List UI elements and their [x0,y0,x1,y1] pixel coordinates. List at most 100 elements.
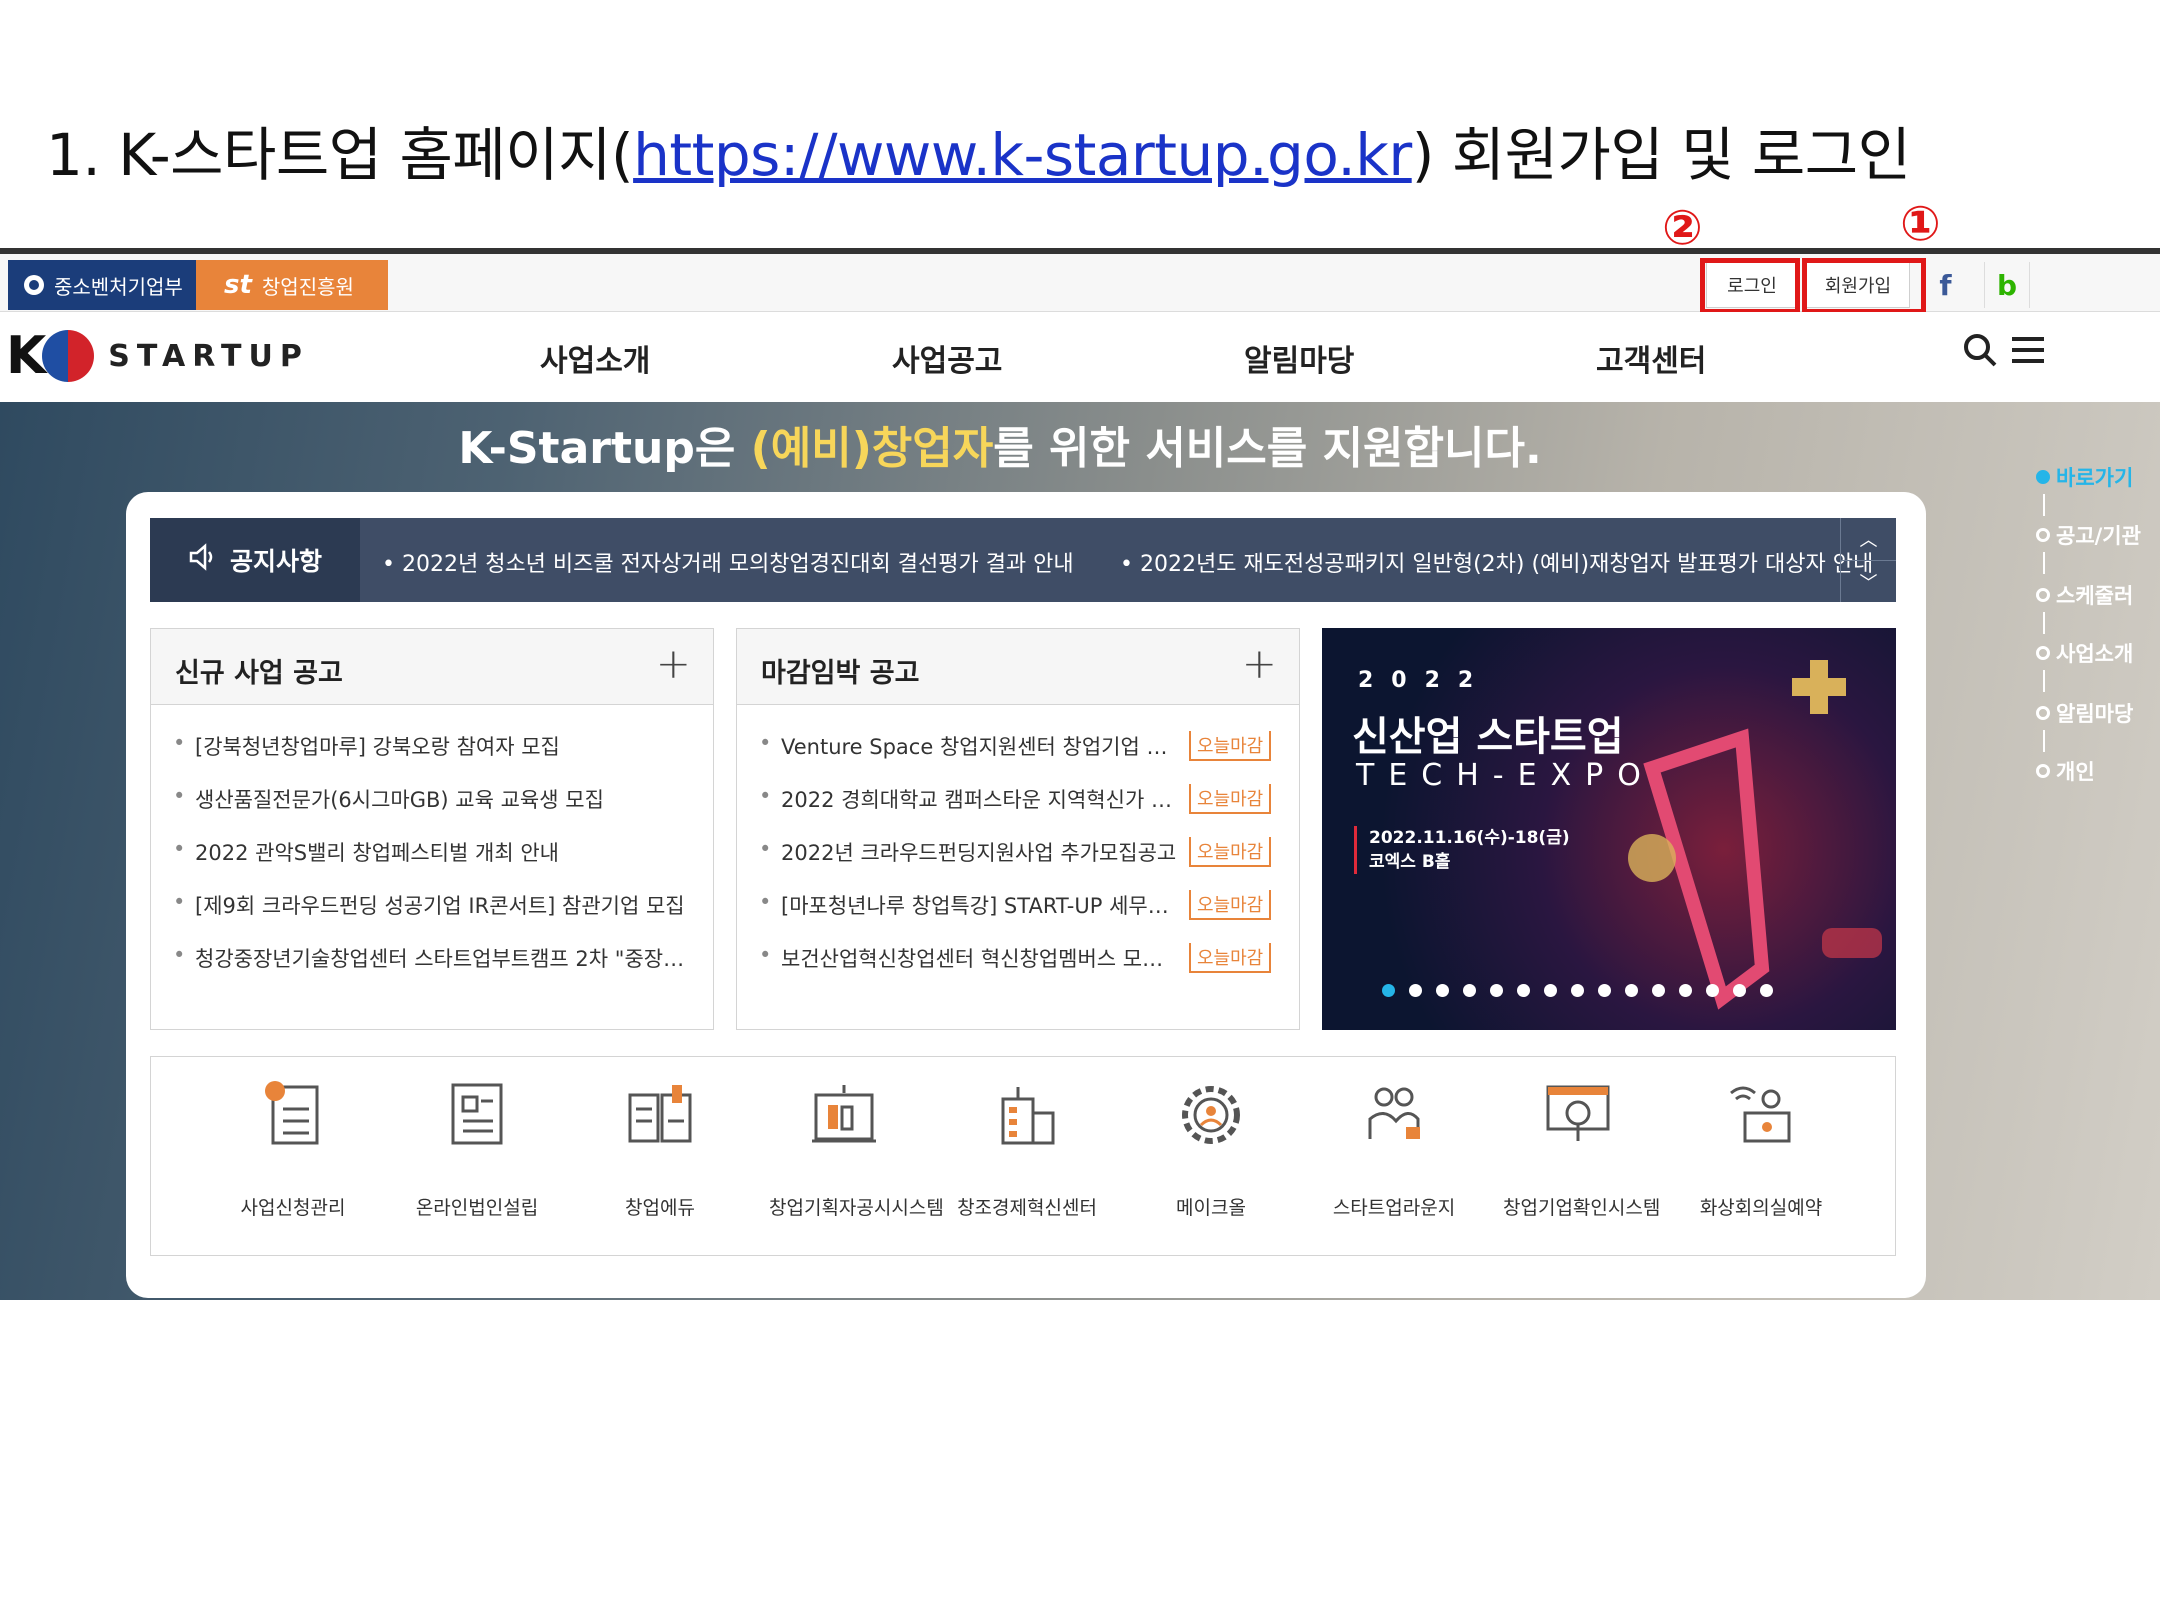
banner-subtitle: TECH-EXPO [1356,758,1655,793]
plus-icon[interactable]: + [656,639,691,688]
notice-item-text: 2022년도 재도전성공패키지 일반형(2차) (예비)재창업자 발표평가 대상… [1139,552,1874,577]
quick-item-shortcut[interactable]: 바로가기 [2036,462,2133,492]
list-item-text: 2022 경희대학교 캠퍼스타운 지역혁신가 에… [781,788,1181,812]
pagination-dot[interactable] [1652,984,1665,997]
speaker-icon [188,543,218,577]
deadline-title: 마감임박 공고 [761,658,920,689]
service-item-video-meeting[interactable]: 화상회의실예약 [1686,1077,1836,1220]
quick-item-personal[interactable]: 개인 [2036,756,2095,786]
service-item-innovation-center[interactable]: 창조경제혁신센터 [952,1077,1102,1220]
notice-label[interactable]: 공지사항 [150,518,360,602]
quick-item-scheduler[interactable]: 스케줄러 [2036,580,2133,610]
pagination-dot[interactable] [1571,984,1584,997]
service-label: 메이크올 [1176,1197,1246,1219]
ring-icon [2036,528,2050,542]
pagination-dot[interactable] [1733,984,1746,997]
pagination-dot[interactable] [1598,984,1611,997]
list-item-text: 2022년 크라우드펀딩지원사업 추가모집공고 [781,841,1177,865]
pagination-dot[interactable] [1409,984,1422,997]
quick-label: 공고/기관 [2056,524,2141,548]
nav-customer-center[interactable]: 고객센터 [1596,336,1706,380]
service-shortcuts: 사업신청관리 온라인법인설립 창업에듀 창업기획자공시시스템 창조경제혁신센터 … [150,1056,1896,1256]
pagination-dot[interactable] [1463,984,1476,997]
hamburger-menu-icon[interactable] [2010,332,2046,377]
new-business-list: [강북청년창업마루] 강북오랑 참여자 모집 생산품질전문가(6시그마GB) 교… [151,705,713,996]
quick-item-notice[interactable]: 공고/기관 [2036,520,2141,550]
notice-item[interactable]: • 2022년 청소년 비즈쿨 전자상거래 모의창업경진대회 결선평가 결과 안… [382,546,1074,578]
service-item-planner[interactable]: 창업기획자공시시스템 [769,1077,944,1220]
list-item-text: Venture Space 창업지원센터 창업기업 입… [781,735,1181,759]
service-item-edu[interactable]: 창업에듀 [585,1077,735,1220]
service-item-makeall[interactable]: 메이크올 [1136,1077,1286,1220]
nav-news[interactable]: 알림마당 [1244,336,1354,380]
list-item[interactable]: 보건산업혁신창업센터 혁신창업멤버스 모집… 오늘마감 [737,943,1299,996]
hero-title: K-Startup은 (예비)창업자를 위한 서비스를 지원합니다. [0,412,2000,476]
pagination-dot[interactable] [1760,984,1773,997]
service-item-application[interactable]: 사업신청관리 [218,1077,368,1220]
slide-title-url[interactable]: https://www.k-startup.go.kr [633,121,1412,189]
ring-icon [2036,470,2050,484]
kstartup-logo[interactable]: K STARTUP [6,326,309,386]
list-item[interactable]: [제9회 크라우드펀딩 성공기업 IR콘서트] 참관기업 모집 [151,890,713,943]
video-meeting-icon [1723,1077,1799,1153]
login-highlight-box [1700,258,1800,314]
pagination-dot[interactable] [1679,984,1692,997]
service-label: 화상회의실예약 [1699,1197,1823,1219]
hero-title-b: 를 위한 서비스를 지원합니다. [993,423,1542,474]
kised-badge[interactable]: st 창업진흥원 [196,260,388,310]
list-item-text: 보건산업혁신창업센터 혁신창업멤버스 모집… [781,947,1181,971]
tech-expo-banner[interactable]: 2022 신산업 스타트업 TECH-EXPO 2022.11.16(수)-18… [1322,628,1896,1030]
blog-icon[interactable]: b [1984,262,2030,308]
chevron-down-icon[interactable]: ﹀ [1841,560,1896,602]
pagination-dot[interactable] [1544,984,1557,997]
pagination-dot[interactable] [1490,984,1503,997]
service-item-incorporation[interactable]: 온라인법인설립 [402,1077,552,1220]
checklist-icon [255,1077,331,1153]
pagination-dot[interactable] [1625,984,1638,997]
pagination-dot[interactable] [1706,984,1719,997]
today-deadline-badge: 오늘마감 [1189,890,1272,920]
quick-item-news[interactable]: 알림마당 [2036,698,2133,728]
list-item[interactable]: 2022 관악S밸리 창업페스티벌 개최 안내 [151,837,713,890]
nav-business-intro[interactable]: 사업소개 [540,336,650,380]
list-item[interactable]: [마포청년나루 창업특강] START-UP 세무회… 오늘마감 [737,890,1299,943]
signup-highlight-box [1802,258,1926,314]
list-item-text: [강북청년창업마루] 강북오랑 참여자 모집 [195,735,560,759]
quick-item-intro[interactable]: 사업소개 [2036,638,2133,668]
banner-title: 신산업 스타트업 [1352,714,1624,760]
service-item-lounge[interactable]: 스타트업라운지 [1319,1077,1469,1220]
board-icon [806,1077,882,1153]
list-item[interactable]: 2022년 크라우드펀딩지원사업 추가모집공고 오늘마감 [737,837,1299,890]
hero-title-highlight: (예비)창업자 [750,423,994,474]
search-icon[interactable] [1962,332,1998,377]
service-label: 창업에듀 [625,1197,695,1219]
list-item[interactable]: 생산품질전문가(6시그마GB) 교육 교육생 모집 [151,784,713,837]
nav-business-notice[interactable]: 사업공고 [892,336,1002,380]
banner-year: 2022 [1358,668,1492,693]
list-item-text: 생산품질전문가(6시그마GB) 교육 교육생 모집 [195,788,604,812]
list-item[interactable]: Venture Space 창업지원센터 창업기업 입… 오늘마감 [737,731,1299,784]
gov-label: 중소벤처기업부 [54,274,183,299]
quick-label: 개인 [2056,760,2095,784]
people-icon [1356,1077,1432,1153]
gov-badge[interactable]: 중소벤처기업부 [8,260,196,310]
list-item-text: 청강중장년기술창업센터 스타트업부트캠프 2차 "중장년… [195,947,695,971]
pagination-dot[interactable] [1382,984,1395,997]
new-business-box: 신규 사업 공고 + [강북청년창업마루] 강북오랑 참여자 모집 생산품질전문… [150,628,714,1030]
pagination-dot[interactable] [1436,984,1449,997]
pagination-dot[interactable] [1517,984,1530,997]
quick-label: 바로가기 [2056,466,2134,490]
plus-icon[interactable]: + [1242,639,1277,688]
chevron-up-icon[interactable]: ︿ [1841,518,1896,560]
quick-label: 알림마당 [2056,702,2134,726]
notice-item[interactable]: • 2022년도 재도전성공패키지 일반형(2차) (예비)재창업자 발표평가 … [1120,546,1873,578]
service-item-confirmation[interactable]: 창업기업확인시스템 [1503,1077,1660,1220]
main-panel: 공지사항 • 2022년 청소년 비즈쿨 전자상거래 모의창업경진대회 결선평가… [126,492,1926,1298]
list-item[interactable]: 2022 경희대학교 캠퍼스타운 지역혁신가 에… 오늘마감 [737,784,1299,837]
list-item[interactable]: 청강중장년기술창업센터 스타트업부트캠프 2차 "중장년… [151,943,713,996]
kised-label: 창업진흥원 [261,274,354,299]
quick-label: 스케줄러 [2056,584,2134,608]
list-item[interactable]: [강북청년창업마루] 강북오랑 참여자 모집 [151,731,713,784]
marker-login: ② [1662,200,1703,256]
facebook-icon[interactable]: f [1922,262,1968,308]
